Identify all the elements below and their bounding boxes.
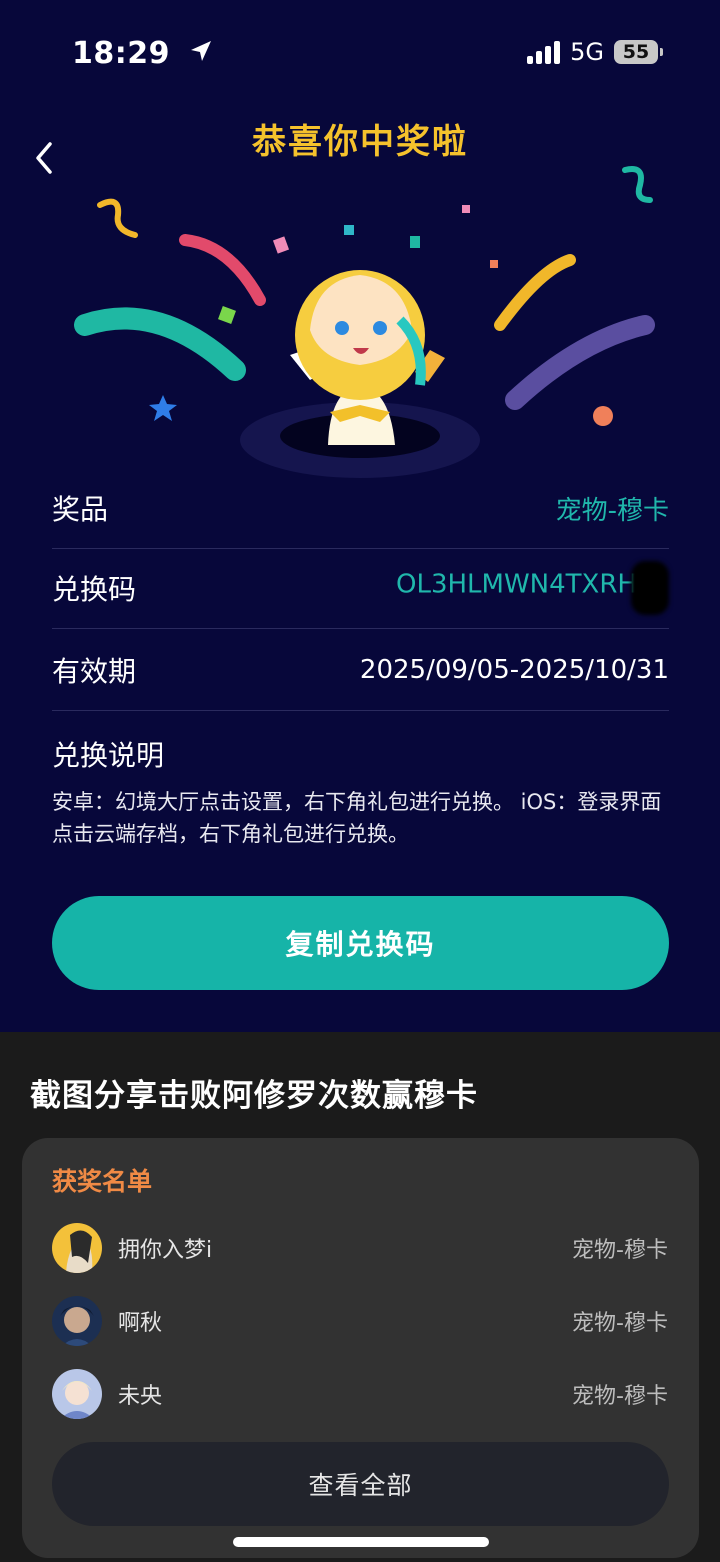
winner-prize: 宠物-穆卡 [572, 1238, 668, 1263]
winner-row: 啊秋 宠物-穆卡 [52, 1294, 668, 1348]
winner-list-card: 获奖名单 拥你入梦i 宠物-穆卡 啊秋 宠物-穆卡 未央 宠物-穆卡 查看全部 [22, 1138, 699, 1558]
winner-row: 未央 宠物-穆卡 [52, 1367, 668, 1421]
winner-prize: 宠物-穆卡 [572, 1384, 668, 1409]
prize-row: 奖品 宠物-穆卡 [52, 468, 669, 549]
winner-name: 未央 [118, 1384, 163, 1409]
prize-panel: 18:29 5G 55 恭喜你中奖啦 奖品 宠物-穆卡 兑换码 OL3HLMWN… [0, 0, 720, 1032]
share-title: 截图分享击败阿修罗次数赢穆卡 [30, 1078, 478, 1114]
copy-code-button[interactable]: 复制兑换码 [52, 896, 669, 990]
prize-label: 奖品 [52, 493, 109, 526]
home-indicator[interactable] [233, 1537, 489, 1547]
validity-label: 有效期 [52, 655, 137, 688]
avatar [52, 1296, 102, 1346]
winner-prize: 宠物-穆卡 [572, 1311, 668, 1336]
winner-name: 拥你入梦i [118, 1238, 213, 1263]
code-value-wrap: OL3HLMWN4TXRH [396, 561, 669, 615]
redeem-code-value[interactable]: OL3HLMWN4TXRH [396, 570, 637, 600]
instructions-title: 兑换说明 [52, 739, 165, 772]
instructions-text: 安卓：幻境大厅点击设置，右下角礼包进行兑换。 iOS：登录界面点击云端存档，右下… [52, 790, 662, 846]
avatar [52, 1223, 102, 1273]
winner-row: 拥你入梦i 宠物-穆卡 [52, 1221, 668, 1275]
prize-value: 宠物-穆卡 [555, 495, 669, 526]
battery-icon: 55 [614, 40, 663, 64]
winner-name: 啊秋 [118, 1311, 163, 1336]
code-label: 兑换码 [52, 573, 137, 606]
validity-row: 有效期 2025/09/05-2025/10/31 [52, 630, 669, 711]
winner-list-title: 获奖名单 [52, 1167, 153, 1196]
location-arrow-icon [190, 41, 211, 61]
network-type: 5G [570, 38, 604, 66]
redaction-mark [631, 561, 669, 615]
status-time: 18:29 [72, 36, 213, 71]
status-indicators: 5G 55 [527, 38, 663, 66]
avatar [52, 1369, 102, 1419]
signal-icon [527, 40, 561, 64]
view-all-button[interactable]: 查看全部 [52, 1442, 669, 1526]
celebration-illustration [74, 166, 655, 478]
validity-value: 2025/09/05-2025/10/31 [359, 655, 669, 685]
code-row: 兑换码 OL3HLMWN4TXRH [52, 548, 669, 629]
